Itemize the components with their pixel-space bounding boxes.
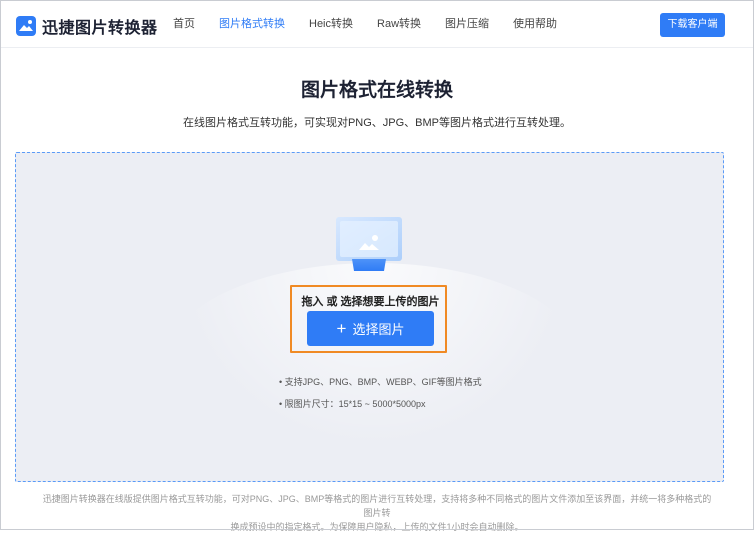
nav-item-image-compress[interactable]: 图片压缩: [445, 1, 489, 47]
upload-notes: • 支持JPG、PNG、BMP、WEBP、GIF等图片格式 • 限图片尺寸：15…: [279, 375, 482, 419]
upload-dropzone[interactable]: 拖入 或 选择想要上传的图片 + 选择图片 • 支持JPG、PNG、BMP、WE…: [15, 152, 724, 482]
nav-item-heic-convert[interactable]: Heic转换: [309, 1, 353, 47]
nav-item-raw-convert[interactable]: Raw转换: [377, 1, 421, 47]
note-size-limit: • 限图片尺寸：15*15 ~ 5000*5000px: [279, 399, 426, 409]
logo-text: 迅捷图片转换器: [42, 20, 158, 37]
page-subtitle: 在线图片格式互转功能，可实现对PNG、JPG、BMP等图片格式进行互转处理。: [182, 117, 572, 129]
download-client-button[interactable]: 下载客户端: [660, 13, 725, 37]
drop-hint-text: 拖入 或 选择想要上传的图片: [301, 296, 440, 308]
image-upload-illustration-icon: [336, 217, 402, 271]
picture-logo-icon: [16, 16, 36, 36]
select-image-button[interactable]: + 选择图片: [307, 311, 434, 346]
nav-item-format-convert[interactable]: 图片格式转换: [219, 1, 285, 47]
footer-line-1: 迅捷图片转换器在线版提供图片格式互转功能，可对PNG、JPG、BMP等格式的图片…: [42, 494, 712, 518]
select-image-label: 选择图片: [352, 322, 405, 337]
logo[interactable]: 迅捷图片转换器: [16, 14, 158, 38]
footer-line-2: 换成预设中的指定格式。为保障用户隐私，上传的文件1小时会自动删除。: [230, 522, 524, 532]
plus-icon: +: [336, 319, 347, 338]
main-nav: 首页 图片格式转换 Heic转换 Raw转换 图片压缩 使用帮助: [161, 1, 569, 47]
nav-item-home[interactable]: 首页: [173, 1, 195, 47]
footer-description: 迅捷图片转换器在线版提供图片格式互转功能，可对PNG、JPG、BMP等格式的图片…: [40, 492, 714, 534]
note-supported-formats: • 支持JPG、PNG、BMP、WEBP、GIF等图片格式: [279, 377, 482, 387]
nav-item-help[interactable]: 使用帮助: [513, 1, 557, 47]
top-header: 迅捷图片转换器 首页 图片格式转换 Heic转换 Raw转换 图片压缩 使用帮助…: [1, 1, 753, 48]
page-title: 图片格式在线转换: [300, 80, 453, 101]
